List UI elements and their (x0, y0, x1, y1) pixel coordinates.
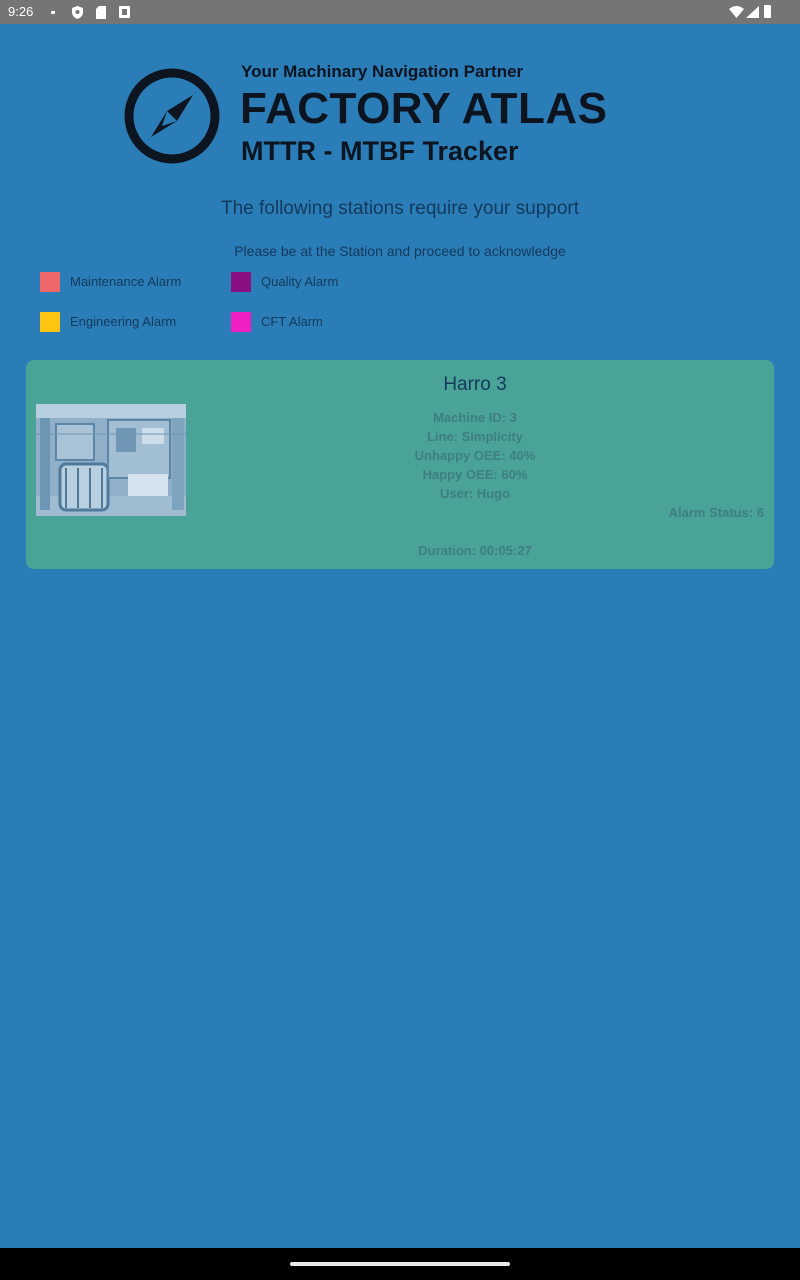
home-handle[interactable] (290, 1262, 510, 1266)
app-subtitle: MTTR - MTBF Tracker (241, 136, 519, 166)
navigation-bar (0, 1248, 800, 1280)
maintenance-alarm-swatch (40, 272, 60, 292)
line-name: Line: Simplicity (426, 429, 524, 444)
station-title: Harro 3 (443, 374, 507, 395)
signal-icon (746, 6, 759, 18)
page-instruction: Please be at the Station and proceed to … (234, 243, 566, 259)
sd-card-icon (96, 6, 106, 19)
cft-alarm-swatch (231, 312, 251, 332)
legend-label: Quality Alarm (261, 274, 339, 289)
page-heading: The following stations require your supp… (220, 198, 580, 219)
quality-alarm-swatch (231, 272, 251, 292)
app-brand-title: FACTORY ATLAS (240, 84, 608, 133)
legend-label: CFT Alarm (261, 314, 323, 329)
station-card[interactable]: Harro 3 Machine ID: 3 Line: Simplicity U… (26, 360, 774, 569)
machine-id: Machine ID: 3 (433, 410, 517, 425)
legend-label: Maintenance Alarm (70, 274, 182, 289)
user-name: User: Hugo (439, 486, 511, 501)
legend-label: Engineering Alarm (70, 314, 177, 329)
shield-icon (72, 6, 83, 19)
status-time: 9:26 (8, 4, 34, 19)
box-icon (119, 6, 130, 18)
compass-icon (124, 68, 220, 164)
unhappy-oee: Unhappy OEE: 40% (414, 448, 536, 463)
happy-oee: Happy OEE: 60% (422, 467, 528, 482)
battery-icon (764, 5, 771, 18)
notification-dot-icon (51, 11, 55, 14)
wifi-icon (729, 6, 744, 18)
status-bar: 9:26 (0, 0, 800, 24)
alarm-status: Alarm Status: 6 (668, 505, 764, 520)
alarm-duration: Duration: 00:05:27 (418, 543, 532, 558)
app-tagline: Your Machinary Navigation Partner (241, 62, 524, 81)
engineering-alarm-swatch (40, 312, 60, 332)
